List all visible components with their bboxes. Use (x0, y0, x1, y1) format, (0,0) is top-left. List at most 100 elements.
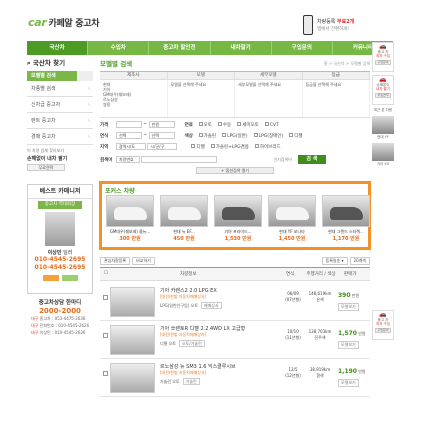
listing-photo[interactable] (110, 287, 155, 317)
grade-list[interactable]: 등급을 선택해 주세요 (303, 80, 370, 117)
keyword-input[interactable] (141, 156, 218, 163)
option-checkbox[interactable]: 가솔린 (198, 133, 216, 139)
option-checkbox[interactable]: 가솔린+LPG겸용 (210, 144, 249, 150)
focus-car[interactable]: 현대 YF 쏘나타 1,450 만원 (268, 195, 316, 242)
price-from-input[interactable] (116, 121, 142, 128)
option-checkbox[interactable]: 하이브리드 (254, 144, 281, 150)
right-rail-item[interactable]: 🚗 중고 차 최저 구입 구입문의 (372, 310, 394, 340)
listing-dealer[interactable]: [대전/한밭 자동차매매상사] (160, 294, 206, 300)
popular-keyword-link[interactable]: 인기검색어 (273, 157, 291, 163)
maker-option[interactable]: 쌍용 (103, 102, 164, 107)
row-checkbox[interactable] (103, 295, 108, 300)
manager-phone-1[interactable]: 010-4545-2695 (28, 256, 92, 264)
checkbox-icon[interactable] (222, 133, 227, 137)
option-checkbox[interactable]: 오토 (198, 122, 212, 128)
car-photo[interactable] (106, 195, 154, 227)
focus-car[interactable]: 현대 그랜드 스타렉... 1,170 만원 (322, 195, 370, 242)
sidebar-item[interactable]: 렌트 중고차 (27, 113, 93, 129)
list-action-button[interactable]: 비교하기 (132, 257, 155, 265)
focus-car[interactable]: 현대 뉴 EF... 450 만원 (160, 195, 208, 242)
listing-title[interactable]: 기아 쏘렌토R 디젤 2.2 4WD LX 고급형 (160, 325, 245, 332)
option-checkbox[interactable]: 디젤 (289, 133, 302, 139)
car-photo[interactable] (322, 195, 370, 227)
free-quote-button[interactable]: 무료견적 (27, 164, 65, 171)
consult-phone[interactable]: 2000-2000 (27, 307, 93, 315)
option-checkbox[interactable]: LPG(장애인) (253, 133, 283, 139)
checkbox-icon[interactable] (217, 122, 222, 126)
listing-title[interactable]: 르노삼성 뉴 SM3 1.6 익스클루시브 (160, 363, 236, 370)
view-count-select[interactable]: 20개씩 (349, 257, 370, 265)
manager-contact-button[interactable] (42, 275, 59, 281)
listing-title[interactable]: 기아 카렌스2 2.0 LPG EX (160, 287, 217, 294)
nav-item[interactable]: 내차팔기 (211, 41, 272, 55)
checkbox-icon[interactable] (237, 122, 242, 126)
nav-item[interactable]: 구입문의 (272, 41, 333, 55)
option-checkbox[interactable]: 디젤 (191, 144, 205, 150)
listing-dealer[interactable]: [대전/한밭 자동차매매상사] (160, 370, 206, 376)
table-row[interactable]: 기아 쏘렌토R 디젤 2.2 4WD LX 고급형 [대전/한밭 자동차매매상사]… (100, 321, 370, 359)
sidebar-item[interactable]: 신차급 중고차 (27, 97, 93, 113)
option-checkbox[interactable]: LPG(일반) (222, 133, 248, 139)
consult-line[interactable]: 대구 이상민 : 010-4545-2626 (27, 329, 93, 336)
checkbox-icon[interactable] (198, 122, 203, 126)
manager-list-button[interactable] (61, 275, 78, 281)
keyword-type-select[interactable]: 차량번호 (116, 156, 140, 163)
submodel-list[interactable]: 세부모델을 선택해 주세요 (235, 80, 303, 117)
checkbox-icon[interactable] (264, 122, 269, 126)
rail-button[interactable]: 구입문의 (375, 327, 391, 333)
tab-model-search[interactable]: 모델별 검색 (27, 71, 77, 81)
car-photo[interactable] (268, 195, 316, 227)
model-view-button[interactable]: 모델보기 (338, 379, 359, 387)
option-checkbox[interactable]: 수동 (217, 122, 231, 128)
manager-phone-2[interactable]: 010-4545-2695 (28, 264, 92, 272)
checkbox-icon[interactable] (210, 144, 215, 148)
checkbox-icon[interactable] (198, 133, 203, 137)
recent-car-photo[interactable] (372, 116, 394, 134)
sidebar-item[interactable]: 차종별 검색 (27, 81, 93, 97)
checkbox-icon[interactable] (289, 133, 294, 137)
car-photo[interactable] (214, 195, 262, 227)
table-row[interactable]: 기아 카렌스2 2.0 LPG EX [대전/한밭 자동차매매상사] LPG(일반인… (100, 283, 370, 321)
model-view-button[interactable]: 모델보기 (338, 341, 359, 349)
consult-line[interactable]: 대구 전화번호 : 010-4545-2626 (27, 322, 93, 329)
year-to-select[interactable]: 선택 (148, 132, 175, 139)
listing-photo[interactable] (110, 325, 155, 355)
nav-item[interactable]: 중고차 할인전 (149, 41, 211, 55)
listing-dealer[interactable]: [대전/한밭 자동차매매상사] (160, 332, 206, 338)
app-promo-banner[interactable]: 차량등록 무료2개 앱에서 간편하게! (303, 15, 383, 37)
option-checkbox[interactable]: CVT (264, 122, 279, 128)
row-checkbox[interactable] (103, 371, 108, 376)
right-rail-item[interactable]: 🚗 손해없이 내차 팔기 무료견적 (372, 75, 394, 105)
listing-photo[interactable] (110, 363, 155, 393)
rail-button[interactable]: 무료견적 (375, 92, 391, 98)
focus-car[interactable]: 기아 프라이드... 1,530 만원 (214, 195, 262, 242)
sort-select[interactable]: 등록일순 ▾ (321, 257, 348, 265)
model-view-button[interactable]: 모델보기 (338, 303, 359, 311)
price-to-input[interactable]: 만원 (148, 121, 175, 128)
year-from-select[interactable]: 선택 (116, 132, 142, 139)
checkbox-icon[interactable] (254, 144, 259, 148)
region-sub-select[interactable]: 시/군/구 (147, 143, 178, 150)
checkbox-icon[interactable] (253, 133, 258, 137)
row-checkbox[interactable] (103, 333, 108, 338)
focus-car[interactable]: GM대우(쉐보레) 올뉴... 300 만원 (106, 195, 154, 242)
right-rail-item[interactable]: 🚗 중고 차 최저 구입 구입문의 (372, 42, 394, 72)
search-button[interactable]: 검 색 (297, 155, 326, 164)
maker-list[interactable]: 현대 기아 GM대우(쉐보레) 르노삼성 쌍용 (100, 80, 168, 117)
site-logo[interactable]: car 카페알 중고차 (28, 16, 99, 29)
sidebar-item[interactable]: 경매 중고차 (27, 129, 93, 145)
list-action-button[interactable]: 관심차량등록 (100, 257, 131, 265)
region-select[interactable]: 광역시/도 (116, 143, 146, 150)
recent-car-photo[interactable] (372, 143, 394, 161)
table-row[interactable]: 르노삼성 뉴 SM3 1.6 익스클루시브 [대전/한밭 자동차매매상사] 가솔린 … (100, 359, 370, 397)
nav-item[interactable]: 수입차 (88, 41, 150, 55)
car-photo[interactable] (160, 195, 208, 227)
header-checkbox[interactable]: ☐ (104, 271, 108, 276)
option-checkbox[interactable]: 세미오토 (237, 122, 259, 128)
more-options-toggle[interactable]: + 옵션검색 열기 (196, 167, 274, 174)
checkbox-icon[interactable] (191, 144, 196, 148)
rail-button[interactable]: 구입문의 (375, 59, 391, 65)
model-list[interactable]: 모델을 선택해 주세요 (168, 80, 235, 117)
consult-line[interactable]: 대구 중고차 : 053-4475-2636 (27, 315, 93, 322)
nav-item[interactable]: 국산차 (27, 41, 89, 55)
